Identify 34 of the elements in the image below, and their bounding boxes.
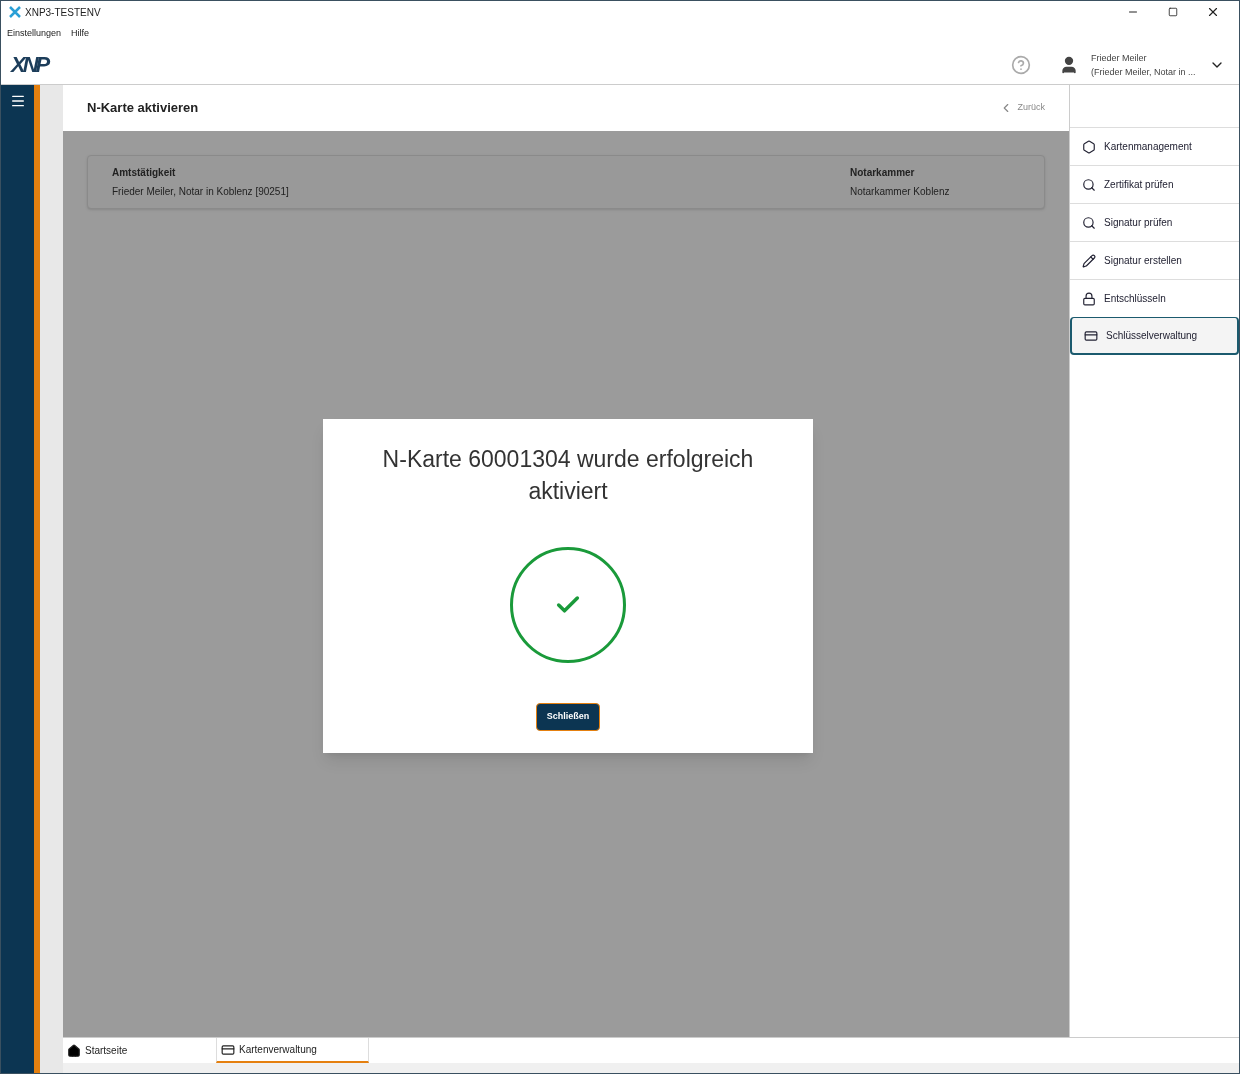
user-role: (Frieder Meiler, Notar in ...: [1091, 65, 1197, 79]
card-icon: [221, 1042, 235, 1057]
maximize-icon: [1168, 7, 1178, 17]
hexagon-icon: [1082, 139, 1096, 154]
back-link[interactable]: Zurück: [999, 101, 1045, 115]
home-icon: [67, 1043, 81, 1058]
field-value: Frieder Meiler, Notar in Koblenz [90251]: [112, 185, 289, 199]
menu-icon[interactable]: [9, 93, 26, 109]
close-icon: [1206, 5, 1220, 19]
search-icon: [1082, 215, 1096, 230]
card-icon: [1084, 328, 1098, 343]
field-label: Amtstätigkeit: [112, 166, 177, 180]
user-icon[interactable]: [1059, 54, 1079, 75]
logo: XNP: [11, 51, 48, 79]
field-label: Notarkammer: [850, 166, 916, 180]
pencil-icon: [1082, 253, 1096, 268]
sidebar-item[interactable]: Schlüsselverwaltung: [1070, 317, 1239, 355]
lock-icon: [1082, 291, 1096, 306]
window-title: XNP3-TESTENV: [25, 5, 101, 20]
sidebar-item[interactable]: Signatur erstellen: [1070, 241, 1239, 279]
search-icon: [1082, 177, 1096, 192]
field-value: Notarkammer Koblenz: [850, 185, 951, 199]
success-check-icon: [510, 547, 626, 663]
page-title: N-Karte aktivieren: [87, 99, 199, 118]
dialog-message: N-Karte 60001304 wurde erfolgreich aktiviert: [381, 445, 755, 506]
close-dialog-button[interactable]: Schließen: [535, 703, 601, 731]
sidebar-item[interactable]: Zertifikat prüfen: [1070, 165, 1239, 203]
menu-item[interactable]: Hilfe: [71, 27, 90, 41]
menu-item[interactable]: Einstellungen: [7, 27, 62, 41]
sidebar-item[interactable]: Kartenmanagement: [1070, 127, 1239, 165]
sidebar-item[interactable]: Signatur prüfen: [1070, 203, 1239, 241]
app-icon: [9, 6, 21, 18]
user-name: Frieder Meiler: [1091, 51, 1148, 65]
tab[interactable]: Startseite: [63, 1038, 216, 1063]
